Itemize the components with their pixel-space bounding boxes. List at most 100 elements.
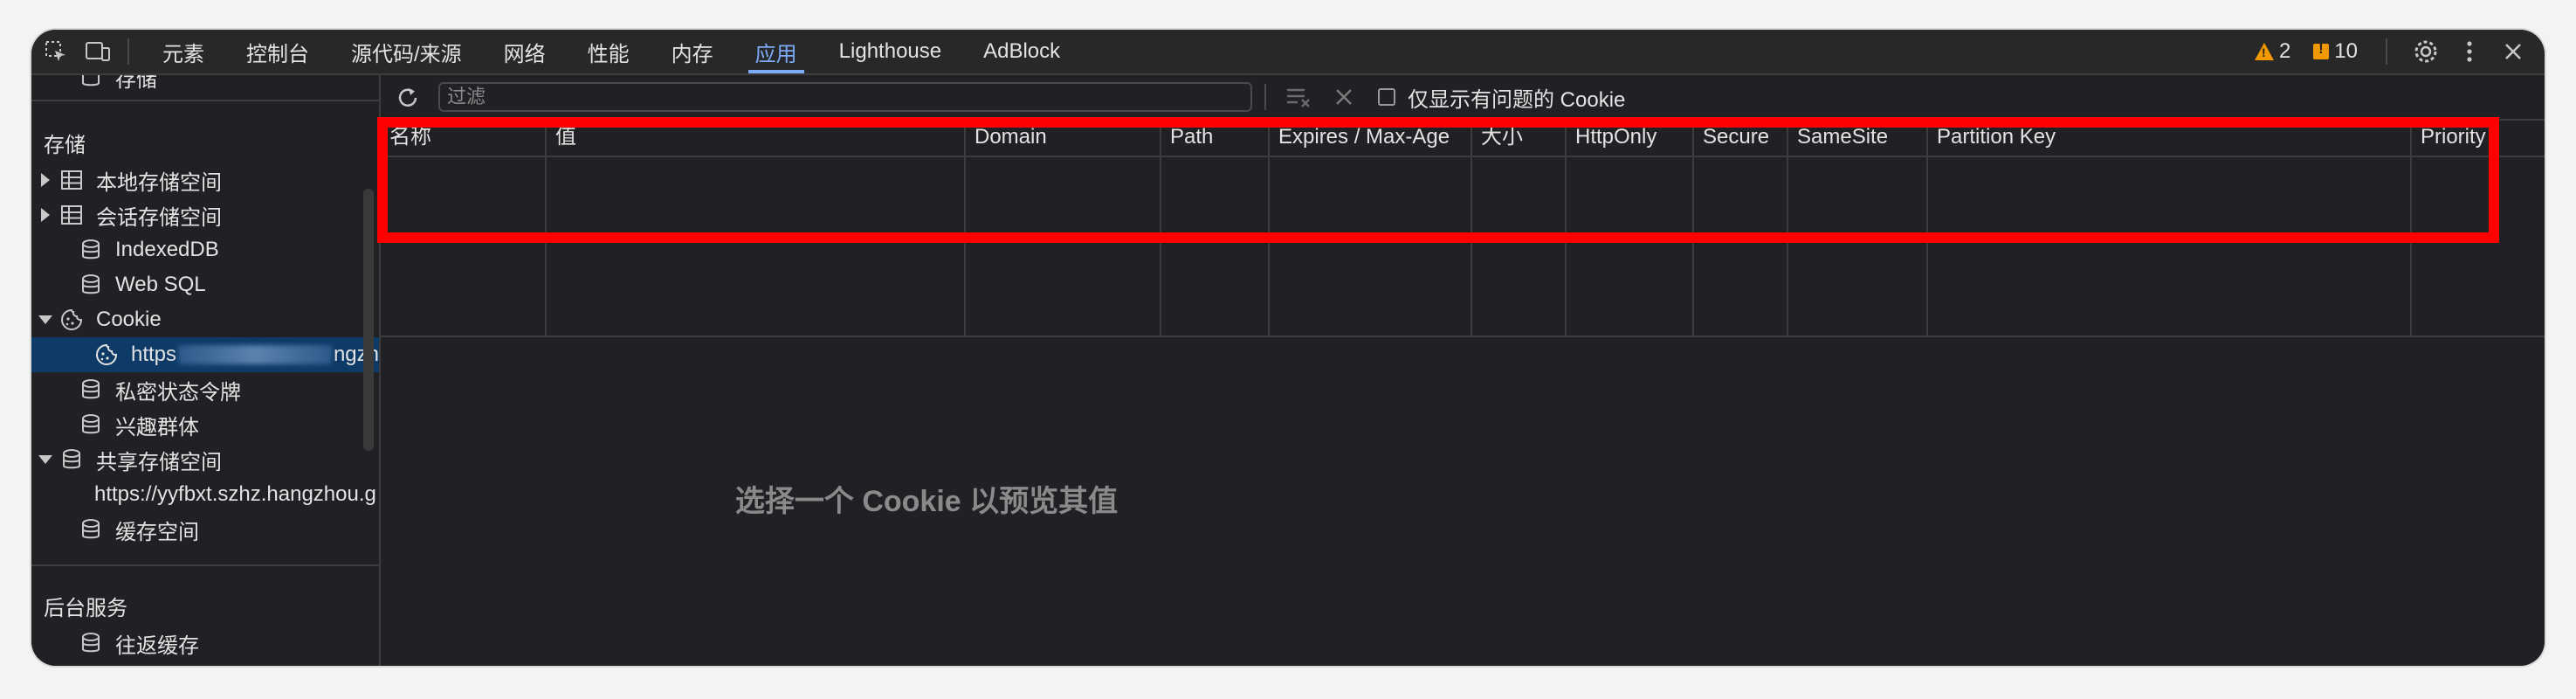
sidebar-item-indexeddb[interactable]: IndexedDB: [31, 232, 379, 267]
sidebar-item-local-storage[interactable]: 本地存储空间: [31, 163, 379, 197]
sidebar-item-label: https: [130, 343, 176, 366]
top-right-controls: 2 10: [2248, 30, 2531, 73]
sidebar-item-websql[interactable]: Web SQL: [31, 267, 379, 302]
tab-sources[interactable]: 源代码/来源: [330, 30, 483, 73]
column-header-value[interactable]: 值: [547, 119, 964, 156]
warnings-count: 2: [2278, 39, 2291, 63]
table-bottom-border: [381, 336, 2545, 337]
sidebar-item-label: 本地存储空间: [96, 170, 222, 195]
database-icon: [79, 517, 103, 542]
issues-count: 10: [2334, 39, 2358, 63]
sidebar-item-label: 缓存空间: [115, 520, 199, 544]
sidebar-item-label: Cookie: [96, 308, 162, 331]
settings-gear-icon[interactable]: [2408, 34, 2443, 69]
column-header-path[interactable]: Path: [1161, 119, 1268, 156]
controls-separator: [2386, 38, 2387, 65]
toolbar-separator: [1264, 84, 1266, 110]
sidebar-item-label: 兴趣群体: [115, 415, 199, 439]
empty-preview-message: 选择一个 Cookie 以预览其值: [734, 485, 1119, 518]
device-toolbar-icon[interactable]: [80, 34, 115, 69]
devtools-window: 元素 控制台 源代码/来源 网络 性能 内存 应用 Lighthouse AdB…: [31, 30, 2545, 666]
column-divider: [1471, 119, 1472, 337]
chevron-right-icon[interactable]: [41, 173, 50, 187]
tab-separator: [127, 38, 129, 65]
database-icon: [79, 377, 103, 402]
column-header-name[interactable]: 名称: [381, 119, 545, 156]
sidebar-item-shared-storage[interactable]: 共享存储空间: [31, 442, 379, 477]
sidebar-item-label: 会话存储空间: [96, 205, 222, 230]
sidebar-item-storage-overview[interactable]: 存储: [31, 75, 379, 94]
tab-performance[interactable]: 性能: [567, 30, 651, 73]
redacted-text: [178, 345, 332, 364]
tab-console[interactable]: 控制台: [225, 30, 330, 73]
tab-lighthouse[interactable]: Lighthouse: [818, 30, 962, 73]
only-issues-checkbox[interactable]: [1378, 88, 1395, 106]
more-options-icon[interactable]: [2452, 34, 2487, 69]
cookie-icon: [94, 343, 119, 367]
column-header-samesite[interactable]: SameSite: [1788, 119, 1926, 156]
only-issues-label: 仅显示有问题的 Cookie: [1408, 87, 1626, 112]
column-divider: [1926, 119, 1928, 337]
clear-filtered-icon[interactable]: [1284, 84, 1315, 110]
database-icon: [79, 631, 103, 655]
sidebar-item-cache-storage[interactable]: 缓存空间: [31, 512, 379, 547]
warning-icon: [2254, 43, 2274, 60]
database-icon: [79, 238, 103, 262]
column-divider: [1692, 119, 1694, 337]
column-header-httponly[interactable]: HttpOnly: [1567, 119, 1692, 156]
column-header-expires[interactable]: Expires / Max-Age: [1270, 119, 1471, 156]
database-icon: [59, 447, 84, 472]
column-header-size[interactable]: 大小: [1472, 119, 1565, 156]
delete-all-icon[interactable]: [1329, 84, 1359, 110]
filter-input[interactable]: [438, 82, 1252, 112]
sidebar-item-label: 私密状态令牌: [115, 380, 241, 405]
refresh-icon[interactable]: [393, 83, 423, 113]
sidebar-divider: [31, 564, 379, 566]
column-divider: [1160, 119, 1161, 337]
cookie-panel: 仅显示有问题的 Cookie 名称 值 Domain Path Expires …: [381, 75, 2545, 666]
sidebar-scrollbar[interactable]: [363, 189, 374, 451]
inspect-element-icon[interactable]: [38, 34, 73, 69]
column-divider: [1787, 119, 1788, 337]
column-header-domain[interactable]: Domain: [966, 119, 1160, 156]
tab-application[interactable]: 应用: [734, 30, 818, 73]
tab-network[interactable]: 网络: [483, 30, 567, 73]
close-icon[interactable]: [2496, 34, 2531, 69]
sidebar-item-cookie-origin[interactable]: https ngzh: [31, 337, 379, 372]
tab-elements[interactable]: 元素: [141, 30, 225, 73]
sidebar-item-interest-groups[interactable]: 兴趣群体: [31, 407, 379, 442]
column-header-secure[interactable]: Secure: [1694, 119, 1787, 156]
sidebar-item-session-storage[interactable]: 会话存储空间: [31, 197, 379, 232]
only-issues-toggle[interactable]: 仅显示有问题的 Cookie: [1378, 84, 1626, 112]
cookie-toolbar: 仅显示有问题的 Cookie: [381, 75, 2545, 121]
chevron-down-icon[interactable]: [38, 315, 52, 324]
database-icon: [79, 273, 103, 297]
tab-adblock[interactable]: AdBlock: [962, 30, 1081, 73]
storage-section-header: 存储: [44, 134, 86, 157]
table-grid-icon: [59, 168, 84, 192]
warnings-badge[interactable]: 2: [2248, 39, 2297, 64]
column-header-priority[interactable]: Priority: [2412, 119, 2545, 156]
sidebar-item-shared-storage-origin[interactable]: https://yyfbxt.szhz.hangzhou.g: [31, 477, 379, 512]
issues-badge[interactable]: 10: [2306, 39, 2365, 64]
application-sidebar: 存储 存储 本地存储空间 会话存储空间 IndexedDB Web SQL Co…: [31, 75, 381, 666]
tab-memory[interactable]: 内存: [651, 30, 734, 73]
table-grid-icon: [59, 203, 84, 227]
sidebar-item-label: IndexedDB: [115, 238, 219, 261]
chevron-right-icon[interactable]: [41, 208, 50, 222]
column-divider: [1565, 119, 1567, 337]
sidebar-item-back-forward-cache[interactable]: 往返缓存: [31, 626, 379, 661]
column-header-partition-key[interactable]: Partition Key: [1928, 119, 2410, 156]
sidebar-item-label: https://yyfbxt.szhz.hangzhou.g: [94, 482, 376, 506]
column-divider: [545, 119, 547, 337]
column-divider: [1268, 119, 1270, 337]
column-divider: [2410, 119, 2412, 337]
sidebar-item-label: 共享存储空间: [96, 450, 222, 474]
sidebar-item-cookies[interactable]: Cookie: [31, 302, 379, 337]
sidebar-item-label: 存储: [115, 75, 157, 92]
sidebar-divider: [31, 100, 379, 101]
database-icon: [79, 412, 103, 437]
database-icon: [79, 75, 103, 89]
chevron-down-icon[interactable]: [38, 455, 52, 464]
sidebar-item-private-state-tokens[interactable]: 私密状态令牌: [31, 372, 379, 407]
